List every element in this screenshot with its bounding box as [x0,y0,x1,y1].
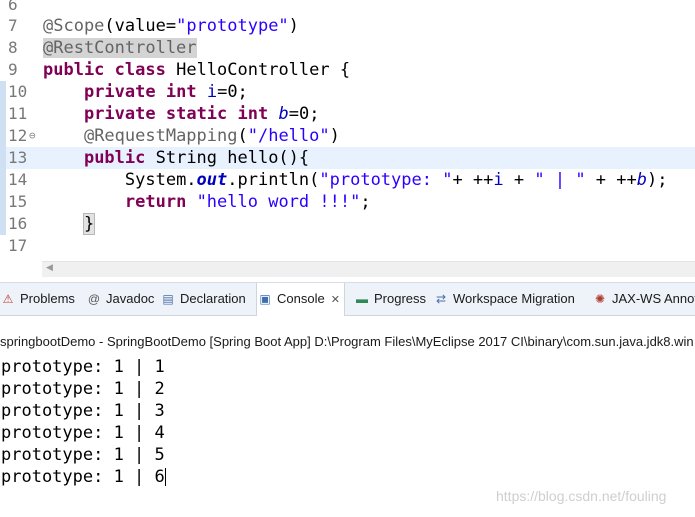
change-marker [0,147,6,169]
code-text: private static int b=0; [83,104,320,124]
code-line[interactable]: 12 ⊖ @RequestMapping("/hello") [0,125,695,147]
code-text: } [82,213,96,235]
view-tab-bar: ⚠ Problems @ Javadoc ▤ Declaration ▣ Console ✕ ▬ P… [0,282,695,316]
line-number: 16 [8,214,28,233]
code-editor[interactable]: 6 7 @Scope(value="prototype") 8 @RestCon… [0,0,695,262]
problems-icon: ⚠ [2,292,14,306]
horizontal-scrollbar[interactable]: ◀ [42,261,695,277]
tab-problems[interactable]: ⚠ Problems [0,283,75,315]
change-marker [0,191,6,213]
code-line[interactable]: 14 System.out.println("prototype: "+ ++i… [0,169,695,191]
tab-jax-ws-annot[interactable]: ✺ JAX-WS Annot [592,283,695,315]
change-marker [0,103,6,125]
line-number: 10 [8,82,28,101]
code-text: return "hello word !!!"; [124,192,371,212]
code-text: public class HelloController { [43,60,351,80]
line-number: 13 [8,148,28,167]
tab-javadoc[interactable]: @ Javadoc [86,283,155,315]
scroll-left-icon[interactable]: ◀ [46,263,53,273]
console-output-line: prototype: 1 | 2 [1,379,165,399]
console-output-line: prototype: 1 | 4 [1,423,165,443]
tab-workspace-migration[interactable]: ⇄ Workspace Migration [433,283,575,315]
current-code-line[interactable]: 13 public String hello(){ [0,147,695,169]
line-number: 17 [8,236,28,255]
tab-label: Javadoc [106,291,155,306]
code-text: @Scope(value="prototype") [43,16,299,36]
tab-label: Declaration [180,291,246,306]
console-launch-title: springbootDemo - SpringBootDemo [Spring … [0,334,694,349]
migration-icon: ⇄ [435,292,447,306]
line-number: 7 [8,16,18,35]
tab-declaration[interactable]: ▤ Declaration [160,283,246,315]
console-output-line: prototype: 1 | 5 [1,445,165,465]
code-line[interactable]: 9 public class HelloController { [0,59,695,81]
code-line[interactable]: 17 [0,235,695,257]
line-number: 14 [8,170,28,189]
change-marker [0,169,6,191]
console-output-line: prototype: 1 | 3 [1,401,165,421]
progress-icon: ▬ [356,292,368,306]
change-marker [0,213,6,235]
tab-label: Workspace Migration [453,291,575,306]
close-icon[interactable]: ✕ [331,294,340,306]
code-line[interactable]: 16 } [0,213,695,235]
line-number: 11 [8,104,28,123]
tab-label: Console [277,291,325,306]
code-text: public String hello(){ [83,148,310,168]
line-number: 6 [8,0,18,14]
line-number: 9 [8,60,18,79]
console-icon: ▣ [259,292,271,306]
console-output-line: prototype: 1 | 6 [1,467,166,487]
tab-label: Problems [20,291,75,306]
code-line[interactable]: 6 [0,0,695,16]
tab-label: JAX-WS Annot [612,291,695,306]
tab-console[interactable]: ▣ Console ✕ [256,283,345,316]
tab-progress[interactable]: ▬ Progress [354,283,426,315]
text-cursor [164,468,166,486]
declaration-icon: ▤ [162,292,174,306]
code-text: @RestController [43,38,197,58]
console-output-line: prototype: 1 | 1 [1,357,165,377]
code-line[interactable]: 15 return "hello word !!!"; [0,191,695,213]
code-line[interactable]: 10 private int i=0; [0,81,695,103]
jaxws-icon: ✺ [594,292,606,306]
code-text: private int i=0; [83,82,248,102]
line-number: 8 [8,38,18,57]
fold-toggle-icon[interactable]: ⊖ [29,128,36,144]
line-number: 15 [8,192,28,211]
code-line[interactable]: 11 private static int b=0; [0,103,695,125]
change-marker [0,81,6,103]
tab-label: Progress [374,291,427,306]
watermark: https://blog.csdn.net/fouling [496,488,667,504]
code-line[interactable]: 8 @RestController [0,37,695,59]
javadoc-icon: @ [87,292,101,306]
code-line[interactable]: 7 @Scope(value="prototype") [0,15,695,37]
code-text: @RequestMapping("/hello") [83,126,340,146]
change-marker [0,125,6,147]
code-text: System.out.println("prototype: "+ ++i + … [124,170,668,190]
